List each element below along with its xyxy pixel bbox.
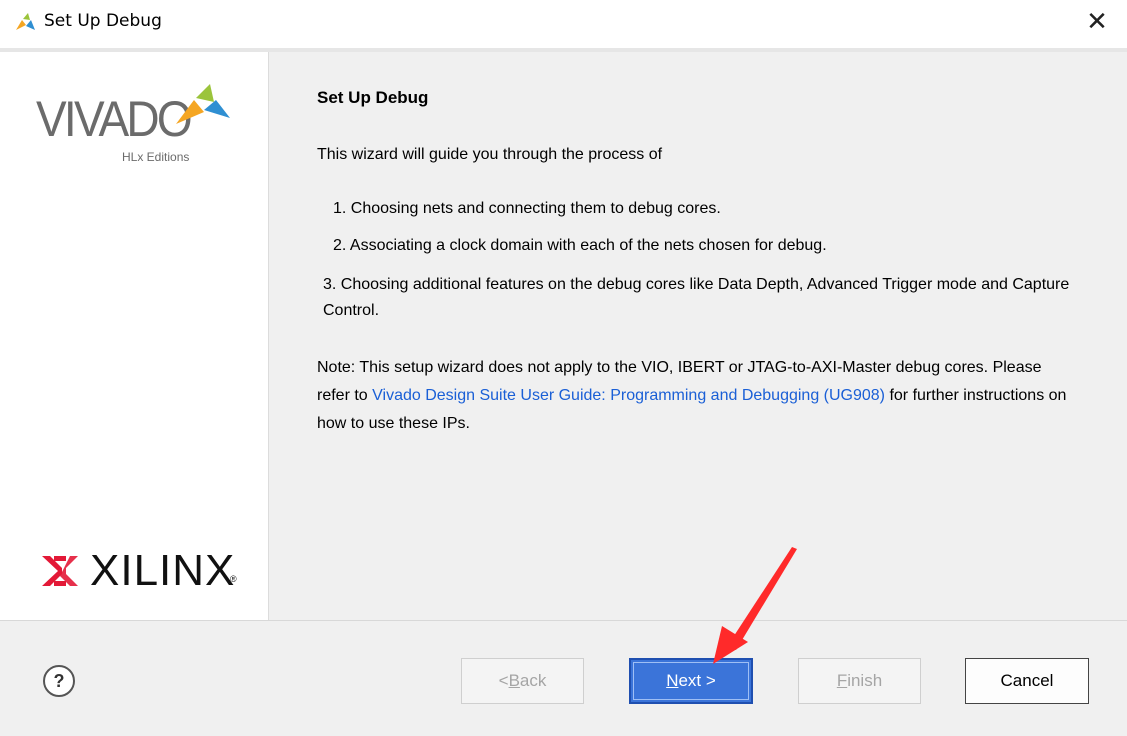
back-button-prefix: < bbox=[498, 671, 509, 690]
window-title: Set Up Debug bbox=[44, 11, 162, 31]
finish-button-label: inish bbox=[847, 671, 883, 690]
step-item: 3. Choosing additional features on the d… bbox=[323, 276, 1070, 319]
finish-button-mnemonic: F bbox=[836, 671, 848, 690]
cancel-button[interactable]: Cancel bbox=[965, 658, 1089, 704]
xilinx-logo: XILINX ® bbox=[40, 546, 250, 596]
vivado-app-icon bbox=[16, 13, 35, 30]
next-button-label: ext > bbox=[678, 671, 716, 690]
help-icon[interactable]: ? bbox=[43, 665, 75, 697]
xilinx-registered-mark: ® bbox=[230, 574, 237, 584]
note-paragraph: Note: This setup wizard does not apply t… bbox=[317, 354, 1077, 438]
close-icon[interactable]: ✕ bbox=[1081, 6, 1113, 38]
next-button[interactable]: Next > bbox=[629, 658, 753, 704]
title-bar: Set Up Debug ✕ bbox=[0, 0, 1127, 48]
wizard-sidebar: VIVADO HLx Editions XILINX ® bbox=[0, 52, 269, 620]
vivado-leaf-icon bbox=[176, 84, 230, 124]
finish-button[interactable]: Finish bbox=[798, 658, 921, 704]
intro-text: This wizard will guide you through the p… bbox=[317, 146, 663, 163]
back-button-mnemonic: B bbox=[508, 671, 520, 690]
xilinx-wordmark: XILINX bbox=[90, 546, 236, 595]
wizard-footer: ? < Back Next > Finish Cancel bbox=[0, 621, 1127, 736]
step-item: 1. Choosing nets and connecting them to … bbox=[333, 200, 721, 217]
page-title: Set Up Debug bbox=[317, 88, 429, 107]
user-guide-link[interactable]: Vivado Design Suite User Guide: Programm… bbox=[372, 387, 885, 404]
vivado-logo: VIVADO HLx Editions bbox=[36, 82, 246, 164]
wizard-content: Set Up Debug This wizard will guide you … bbox=[269, 52, 1127, 620]
back-button[interactable]: < Back bbox=[461, 658, 584, 704]
xilinx-icon bbox=[42, 556, 78, 586]
next-button-mnemonic: N bbox=[666, 671, 679, 690]
vivado-edition-label: HLx Editions bbox=[122, 150, 190, 164]
step-item: 2. Associating a clock domain with each … bbox=[333, 237, 827, 254]
back-button-label: ack bbox=[519, 671, 547, 690]
